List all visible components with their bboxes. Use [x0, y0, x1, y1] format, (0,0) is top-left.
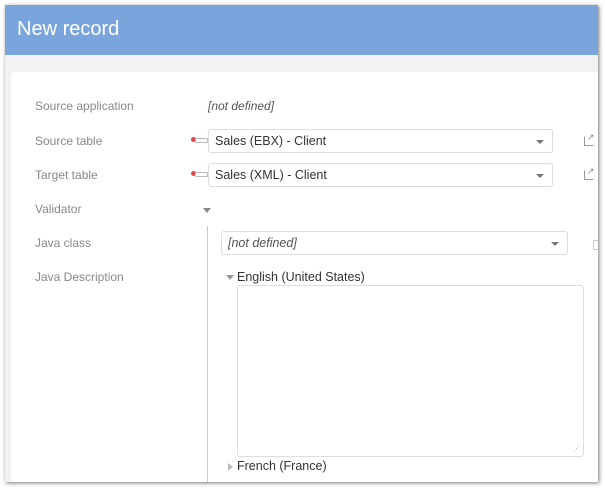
java-class-select[interactable]: [not defined]	[221, 231, 568, 255]
java-class-value: [not defined]	[228, 236, 297, 250]
java-description-label: Java Description	[35, 270, 124, 284]
source-application-value: [not defined]	[208, 99, 275, 113]
collapse-validator-icon[interactable]	[203, 208, 211, 213]
source-application-label: Source application	[35, 99, 134, 113]
source-table-value: Sales (EBX) - Client	[215, 134, 327, 148]
chevron-down-icon	[551, 242, 559, 246]
group-divider	[207, 226, 208, 482]
source-table-select[interactable]: Sales (EBX) - Client	[208, 129, 553, 153]
source-table-label: Source table	[35, 134, 103, 148]
resize-grip-icon[interactable]: ⋰	[573, 445, 580, 453]
dialog-title: New record	[5, 5, 598, 55]
language-french[interactable]: French (France)	[237, 459, 327, 473]
collapse-english-icon[interactable]	[226, 275, 234, 280]
expand-french-icon[interactable]	[228, 463, 233, 471]
target-table-label: Target table	[35, 168, 98, 182]
target-table-select[interactable]: Sales (XML) - Client	[208, 163, 553, 187]
chevron-down-icon	[536, 140, 544, 144]
checkbox[interactable]	[593, 240, 598, 250]
new-record-dialog: New record Source application [not defin…	[5, 5, 598, 482]
open-external-icon[interactable]: ↗	[584, 166, 595, 180]
open-external-icon[interactable]: ↗	[584, 132, 595, 146]
validator-label: Validator	[35, 202, 82, 216]
chevron-down-icon	[536, 174, 544, 178]
key-icon	[191, 171, 208, 177]
target-table-value: Sales (XML) - Client	[215, 168, 327, 182]
java-class-label: Java class	[35, 236, 92, 250]
key-icon	[191, 137, 208, 143]
language-english[interactable]: English (United States)	[237, 270, 365, 284]
java-description-english-textarea[interactable]: ⋰	[237, 285, 584, 457]
form-panel: Source application [not defined] Source …	[11, 72, 598, 482]
